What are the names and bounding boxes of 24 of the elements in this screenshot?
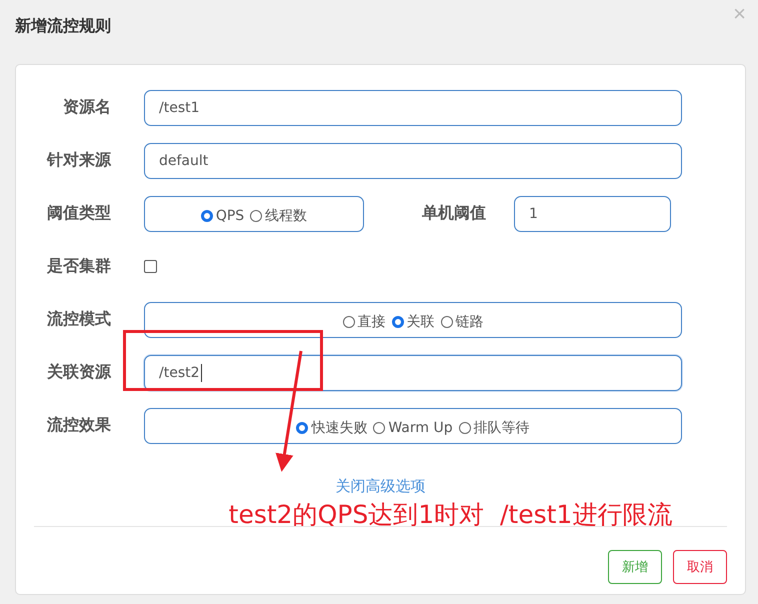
radio-option[interactable]: 链路 [440,312,484,330]
field-label: 流控效果 [46,415,111,436]
radio-option[interactable]: 线程数 [250,206,308,224]
cancel-button[interactable]: 取消 [673,550,727,584]
radio-option[interactable]: 快速失败 [296,418,368,436]
radio-option[interactable]: Warm Up [373,420,453,436]
radio-option[interactable]: QPS [200,208,244,224]
dialog-title: 新增流控规则 [15,16,111,37]
field-label: 阈值类型 [46,203,111,224]
text-field[interactable]: /test1 [144,90,682,126]
field-label: 针对来源 [46,150,111,171]
radio-option[interactable]: 关联 [392,312,434,330]
field-label: 流控模式 [46,309,111,330]
field-label: 单机阈值 [422,203,486,224]
radio-option[interactable]: 直接 [342,312,386,330]
threshold-field[interactable]: 1 [514,196,671,232]
text-field[interactable]: default [144,142,682,178]
field-label: 关联资源 [46,362,111,383]
checkbox[interactable] [144,260,157,273]
field-label: 是否集群 [46,256,111,277]
text-field[interactable]: /test2 [144,354,682,390]
field-label: 资源名 [62,97,111,118]
annotation-text: test2的QPS达到1时对 /test1进行限流 [228,500,672,530]
radio-option[interactable]: 排队等待 [458,418,530,436]
